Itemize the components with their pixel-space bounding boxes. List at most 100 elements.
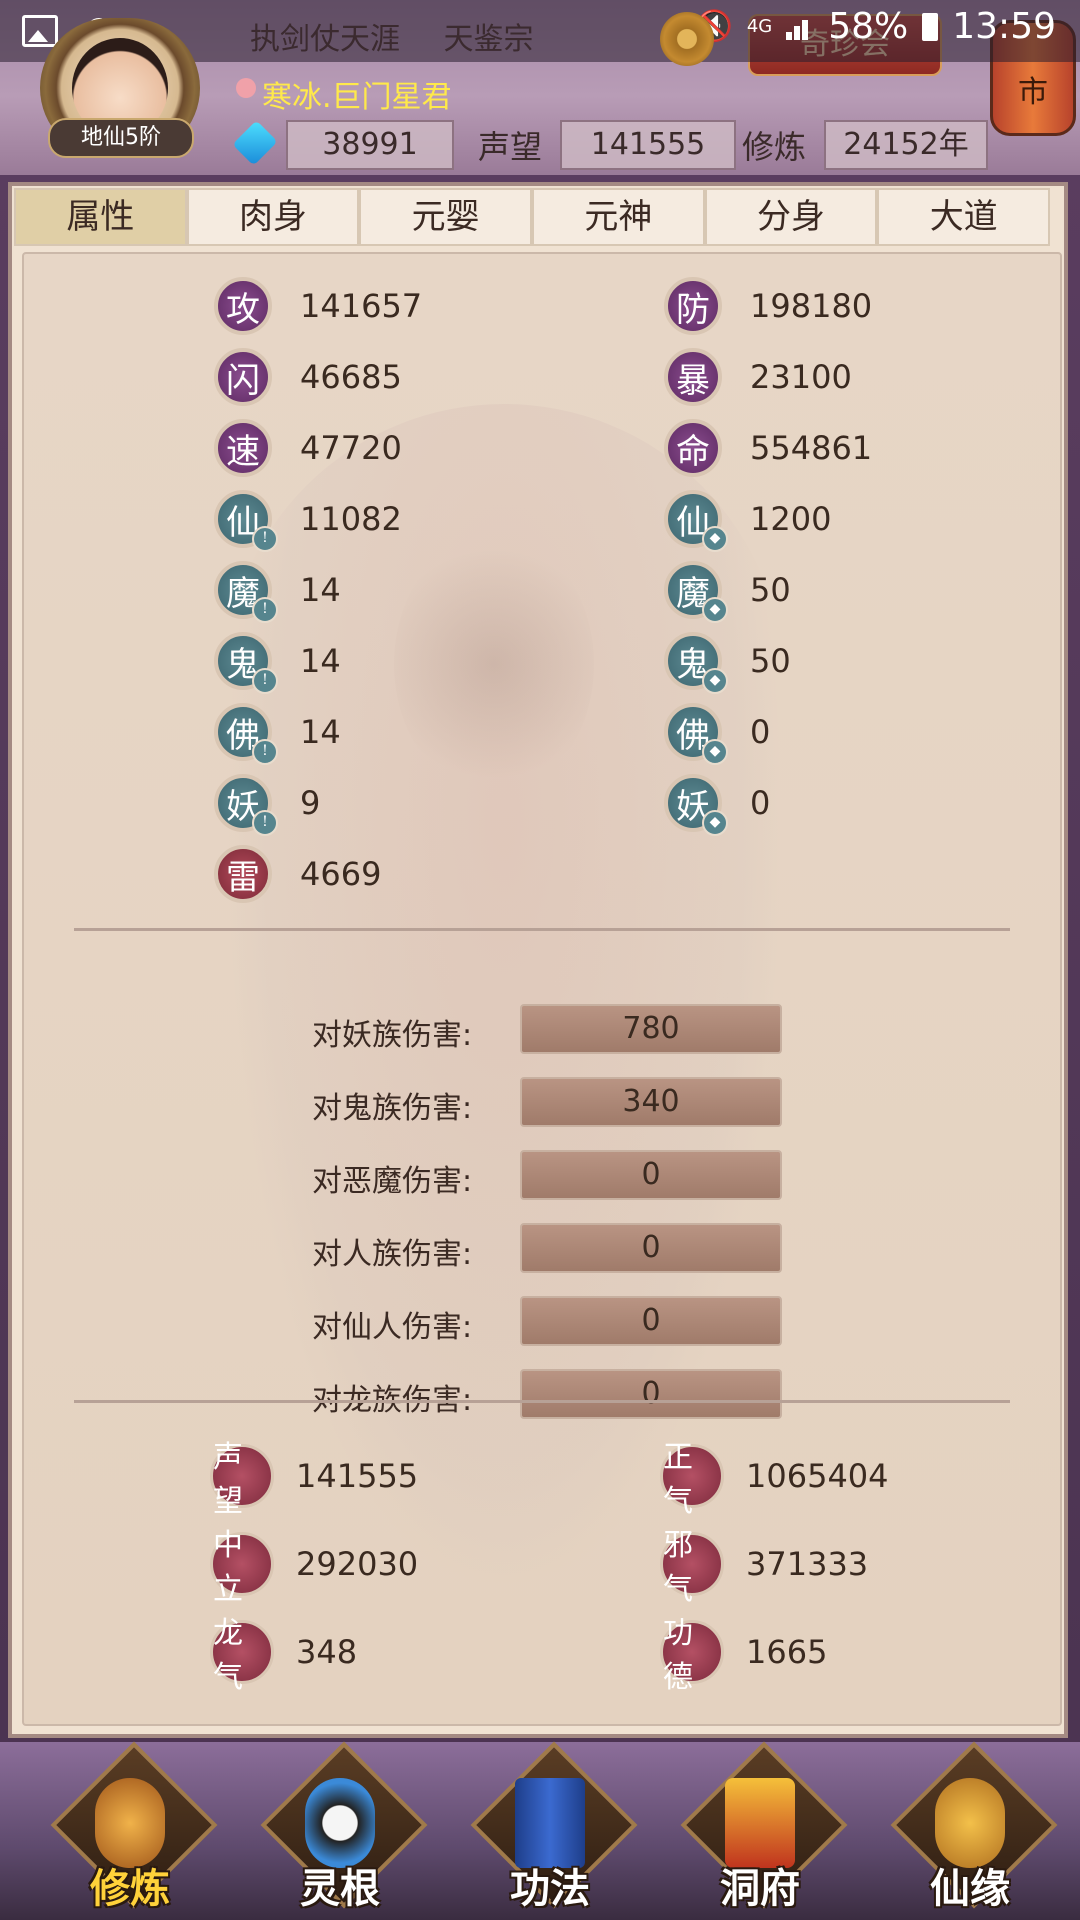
attr-left-value: 141657 xyxy=(300,287,423,325)
reputation-value: 292030 xyxy=(296,1545,419,1583)
player-name: 寒冰.巨门星君 xyxy=(262,80,452,115)
character-artwork-face xyxy=(394,534,594,794)
nav-label: 洞府 xyxy=(720,1866,800,1912)
settings-gear-icon[interactable] xyxy=(660,12,714,66)
attr-left-value: 4669 xyxy=(300,855,382,893)
attr-left-value: 14 xyxy=(300,713,341,751)
shield-badge-icon: ◆ xyxy=(702,810,728,836)
attr-left-row: 妖! 9 xyxy=(214,773,321,836)
shield-badge-icon: ◆ xyxy=(702,597,728,623)
flower-icon xyxy=(236,78,256,98)
tab-1[interactable]: 肉身 xyxy=(186,188,360,246)
attr-left-icon[interactable]: 攻 xyxy=(214,277,272,335)
nav-fate[interactable]: 仙缘 xyxy=(890,1741,1058,1920)
title-tab-1[interactable]: 天鉴宗 xyxy=(444,22,534,57)
nav-technique[interactable]: 功法 xyxy=(470,1741,638,1920)
reputation-row: 邪气 371333 xyxy=(660,1528,869,1607)
attr-right-icon[interactable]: 防 xyxy=(664,277,722,335)
attr-right-row: 佛 ◆ 0 xyxy=(664,702,771,765)
attr-right-row: 暴 23100 xyxy=(664,347,852,407)
attr-left-icon[interactable]: 妖! xyxy=(214,774,278,836)
attr-right-row: 仙 ◆ 1200 xyxy=(664,489,832,552)
attr-right-value: 0 xyxy=(750,713,771,751)
attribute-content: 攻 141657 闪 46685 速 47720 仙! 11082 魔! 14 鬼! 14 佛! 14 妖!… xyxy=(22,252,1062,1726)
reputation-row: 正气 1065404 xyxy=(660,1440,889,1519)
nav-label: 功法 xyxy=(510,1866,590,1912)
attr-right-icon[interactable]: 鬼 ◆ xyxy=(664,632,728,694)
attr-left-value: 11082 xyxy=(300,500,402,538)
attr-right-icon[interactable]: 妖 ◆ xyxy=(664,774,728,836)
attr-right-row: 妖 ◆ 0 xyxy=(664,773,770,836)
tab-5[interactable]: 大道 xyxy=(877,188,1051,246)
title-tab-0[interactable]: 执剑仗天涯 xyxy=(250,22,400,57)
signal-icon xyxy=(786,14,814,40)
attr-right-row: 鬼 ◆ 50 xyxy=(664,631,791,694)
reputation-value: 141555 xyxy=(296,1457,419,1495)
attr-left-icon[interactable]: 魔! xyxy=(214,561,278,623)
title-tabs: 执剑仗天涯 天鉴宗 xyxy=(250,14,568,58)
attr-left-row: 速 47720 xyxy=(214,418,402,478)
attr-left-value: 9 xyxy=(300,784,321,822)
attr-right-value: 1200 xyxy=(750,500,832,538)
gem-icon xyxy=(232,120,278,166)
nav-label: 仙缘 xyxy=(930,1866,1010,1912)
tab-2[interactable]: 元婴 xyxy=(359,188,533,246)
shield-badge-icon: ◆ xyxy=(702,526,728,552)
reputation-icon[interactable]: 功德 xyxy=(660,1616,724,1695)
attr-right-value: 50 xyxy=(750,571,791,609)
lantern-text: 市 xyxy=(1018,75,1048,110)
attr-left-icon[interactable]: 佛! xyxy=(214,703,278,765)
attr-left-icon[interactable]: 仙! xyxy=(214,490,278,552)
tab-3[interactable]: 元神 xyxy=(532,188,705,246)
reputation-value: 1065404 xyxy=(746,1457,889,1495)
nav-label: 修炼 xyxy=(90,1866,170,1912)
cultivation-label: 修炼 xyxy=(742,128,807,166)
reputation-icon[interactable]: 中立 xyxy=(210,1528,274,1607)
attr-right-row: 防 198180 xyxy=(664,276,872,336)
reputation-value: 1665 xyxy=(746,1633,828,1671)
attr-right-value: 554861 xyxy=(750,429,873,467)
nav-cultivate[interactable]: 修炼 xyxy=(50,1741,218,1920)
damage-label: 对龙族伤害: xyxy=(312,1383,473,1418)
nav-label: 灵根 xyxy=(300,1866,380,1912)
attr-right-value: 23100 xyxy=(750,358,852,396)
reputation-icon[interactable]: 邪气 xyxy=(660,1528,724,1607)
reputation-row: 声望 141555 xyxy=(210,1440,419,1519)
attr-left-icon[interactable]: 速 xyxy=(214,419,272,477)
reputation-icon[interactable]: 龙气 xyxy=(210,1616,274,1695)
reputation-icon[interactable]: 声望 xyxy=(210,1440,274,1519)
tab-0[interactable]: 属性 xyxy=(14,188,187,246)
reputation-row: 龙气 348 xyxy=(210,1616,357,1695)
prestige-value: 141555 xyxy=(560,120,736,170)
alert-badge-icon: ! xyxy=(252,526,278,552)
reputation-icon[interactable]: 正气 xyxy=(660,1440,724,1519)
alert-badge-icon: ! xyxy=(252,597,278,623)
cave-pavilion-icon xyxy=(725,1778,795,1868)
reputation-value: 371333 xyxy=(746,1545,869,1583)
attr-right-icon[interactable]: 仙 ◆ xyxy=(664,490,728,552)
nav-cave[interactable]: 洞府 xyxy=(680,1741,848,1920)
attr-right-icon[interactable]: 暴 xyxy=(664,348,722,406)
damage-value-bar: 340 xyxy=(520,1077,782,1127)
shield-badge-icon: ◆ xyxy=(702,668,728,694)
attr-right-icon[interactable]: 命 xyxy=(664,419,722,477)
tab-4[interactable]: 分身 xyxy=(704,188,878,246)
attr-left-icon[interactable]: 雷 xyxy=(214,845,272,903)
attr-right-icon[interactable]: 佛 ◆ xyxy=(664,703,728,765)
damage-value-bar: 0 xyxy=(520,1150,782,1200)
gem-count: 38991 xyxy=(286,120,454,170)
attr-left-row: 鬼! 14 xyxy=(214,631,341,694)
gourd-icon xyxy=(935,1778,1005,1868)
damage-label: 对鬼族伤害: xyxy=(312,1091,473,1126)
attr-left-value: 47720 xyxy=(300,429,402,467)
attr-left-value: 14 xyxy=(300,642,341,680)
attr-left-icon[interactable]: 闪 xyxy=(214,348,272,406)
attr-left-value: 46685 xyxy=(300,358,402,396)
nav-spirit-root[interactable]: 灵根 xyxy=(260,1741,428,1920)
attr-left-row: 魔! 14 xyxy=(214,560,341,623)
attr-left-icon[interactable]: 鬼! xyxy=(214,632,278,694)
attr-right-icon[interactable]: 魔 ◆ xyxy=(664,561,728,623)
damage-value-bar: 0 xyxy=(520,1223,782,1273)
divider xyxy=(74,1400,1010,1403)
damage-value-bar: 780 xyxy=(520,1004,782,1054)
